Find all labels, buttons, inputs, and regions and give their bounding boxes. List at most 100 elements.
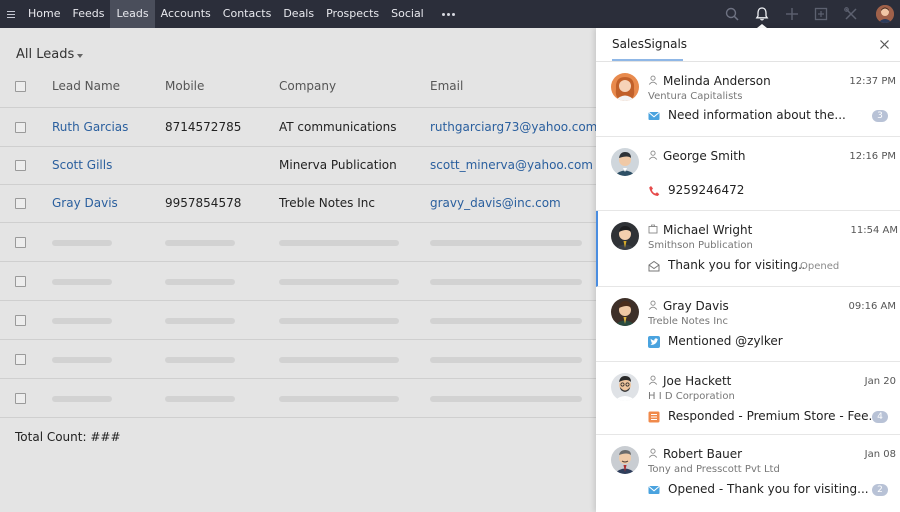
close-icon[interactable] (879, 39, 890, 50)
signal-time: Jan 20 (864, 376, 896, 387)
nav-prospects[interactable]: Prospects (320, 0, 385, 28)
nav-leads[interactable]: Leads (110, 0, 155, 28)
lead-name-link[interactable]: Ruth Garcias (52, 120, 128, 134)
column-lead-name[interactable]: Lead Name (52, 79, 120, 93)
signal-contact-name[interactable]: Joe Hackett (663, 374, 731, 388)
search-icon[interactable] (724, 6, 740, 22)
lead-company: Minerva Publication (279, 158, 397, 172)
email-icon (648, 112, 660, 120)
tab-indicator (612, 59, 683, 61)
sales-signals-panel: SalesSignals Melinda Anderson 12:37 PM V… (596, 28, 900, 512)
total-count: Total Count: ### (15, 430, 121, 444)
row-checkbox[interactable] (15, 237, 26, 248)
leads-list-view: All Leads Lead Name Mobile Company Email… (0, 28, 596, 512)
signal-time: 09:16 AM (848, 301, 896, 312)
lead-mobile: 9957854578 (165, 196, 242, 210)
contact-icon (648, 75, 658, 85)
signal-time: 12:37 PM (849, 76, 896, 87)
email-opened-icon (648, 260, 660, 272)
signal-item[interactable]: Gray Davis 09:16 AM Treble Notes Inc Men… (596, 287, 900, 362)
signal-message: Opened - Thank you for visiting... (668, 482, 869, 496)
lead-name-link[interactable]: Scott Gills (52, 158, 112, 172)
signal-time: 12:16 PM (849, 151, 896, 162)
panel-title: SalesSignals (612, 37, 688, 51)
placeholder-row (0, 340, 596, 379)
placeholder-row (0, 223, 596, 262)
nav-feeds[interactable]: Feeds (66, 0, 110, 28)
account-icon (648, 224, 658, 234)
signal-contact-name[interactable]: Gray Davis (663, 299, 729, 313)
placeholder-row (0, 301, 596, 340)
avatar (611, 148, 639, 176)
signal-company: Smithson Publication (648, 240, 753, 251)
top-navigation-bar: Home Feeds Leads Accounts Contacts Deals… (0, 0, 900, 28)
row-checkbox[interactable] (15, 122, 26, 133)
select-all-checkbox[interactable] (15, 81, 26, 92)
row-checkbox[interactable] (15, 160, 26, 171)
nav-social[interactable]: Social (385, 0, 430, 28)
signal-time: 11:54 AM (850, 225, 898, 236)
row-checkbox[interactable] (15, 276, 26, 287)
lead-email-link[interactable]: scott_minerva@yahoo.com (430, 158, 593, 172)
nav-home[interactable]: Home (22, 0, 66, 28)
placeholder-row (0, 262, 596, 301)
nav-contacts[interactable]: Contacts (217, 0, 278, 28)
table-row[interactable]: Gray Davis 9957854578 Treble Notes Inc g… (0, 184, 596, 223)
signal-message: 9259246472 (668, 183, 745, 197)
user-avatar[interactable] (876, 5, 894, 23)
table-row[interactable]: Scott Gills Minerva Publication scott_mi… (0, 146, 596, 185)
calendar-icon[interactable] (813, 6, 829, 22)
table-row[interactable]: Ruth Garcias 8714572785 AT communication… (0, 108, 596, 147)
signal-message: Mentioned @zylker (668, 334, 783, 348)
signal-contact-name[interactable]: Melinda Anderson (663, 74, 771, 88)
contact-icon (648, 150, 658, 160)
row-checkbox[interactable] (15, 315, 26, 326)
more-icon[interactable] (434, 0, 464, 28)
lead-company: Treble Notes Inc (279, 196, 375, 210)
column-company[interactable]: Company (279, 79, 336, 93)
twitter-icon (648, 336, 660, 348)
signal-item[interactable]: Melinda Anderson 12:37 PM Ventura Capita… (596, 62, 900, 137)
row-checkbox[interactable] (15, 198, 26, 209)
nav-deals[interactable]: Deals (277, 0, 320, 28)
table-header: Lead Name Mobile Company Email (0, 68, 596, 108)
lead-name-link[interactable]: Gray Davis (52, 196, 118, 210)
signal-contact-name[interactable]: Robert Bauer (663, 447, 742, 461)
row-checkbox[interactable] (15, 393, 26, 404)
signal-company: Ventura Capitalists (648, 91, 743, 102)
signal-item[interactable]: Joe Hackett Jan 20 H I D Corporation Res… (596, 362, 900, 435)
signal-company: H I D Corporation (648, 391, 735, 402)
lead-email-link[interactable]: gravy_davis@inc.com (430, 196, 561, 210)
signal-message: Need information about the... (668, 108, 846, 122)
menu-icon[interactable] (0, 0, 22, 28)
signal-status: Opened (800, 261, 840, 272)
plus-icon[interactable] (784, 6, 800, 22)
signal-item-selected[interactable]: Michael Wright 11:54 AM Smithson Publica… (596, 211, 900, 287)
bell-icon[interactable] (754, 6, 770, 22)
panel-header: SalesSignals (596, 28, 900, 62)
signal-count-badge: 2 (872, 484, 888, 496)
signal-contact-name[interactable]: George Smith (663, 149, 746, 163)
lead-mobile: 8714572785 (165, 120, 242, 134)
chevron-down-icon (77, 53, 84, 58)
signal-item[interactable]: George Smith 12:16 PM 9259246472 (596, 137, 900, 211)
avatar (611, 298, 639, 326)
signal-count-badge: 3 (872, 110, 888, 122)
contact-icon (648, 448, 658, 458)
column-email[interactable]: Email (430, 79, 463, 93)
signal-message: Thank you for visiting... (668, 258, 804, 272)
signal-time: Jan 08 (864, 449, 896, 460)
lead-email-link[interactable]: ruthgarciarg73@yahoo.com (430, 120, 596, 134)
signal-item[interactable]: Robert Bauer Jan 08 Tony and Presscott P… (596, 435, 900, 512)
signal-contact-name[interactable]: Michael Wright (663, 223, 752, 237)
avatar (611, 222, 639, 250)
row-checkbox[interactable] (15, 354, 26, 365)
view-title: All Leads (16, 47, 75, 62)
tools-icon[interactable] (843, 6, 859, 22)
avatar (611, 373, 639, 401)
view-selector[interactable]: All Leads (16, 47, 84, 62)
column-mobile[interactable]: Mobile (165, 79, 204, 93)
nav-accounts[interactable]: Accounts (155, 0, 217, 28)
placeholder-row (0, 379, 596, 418)
contact-icon (648, 375, 658, 385)
